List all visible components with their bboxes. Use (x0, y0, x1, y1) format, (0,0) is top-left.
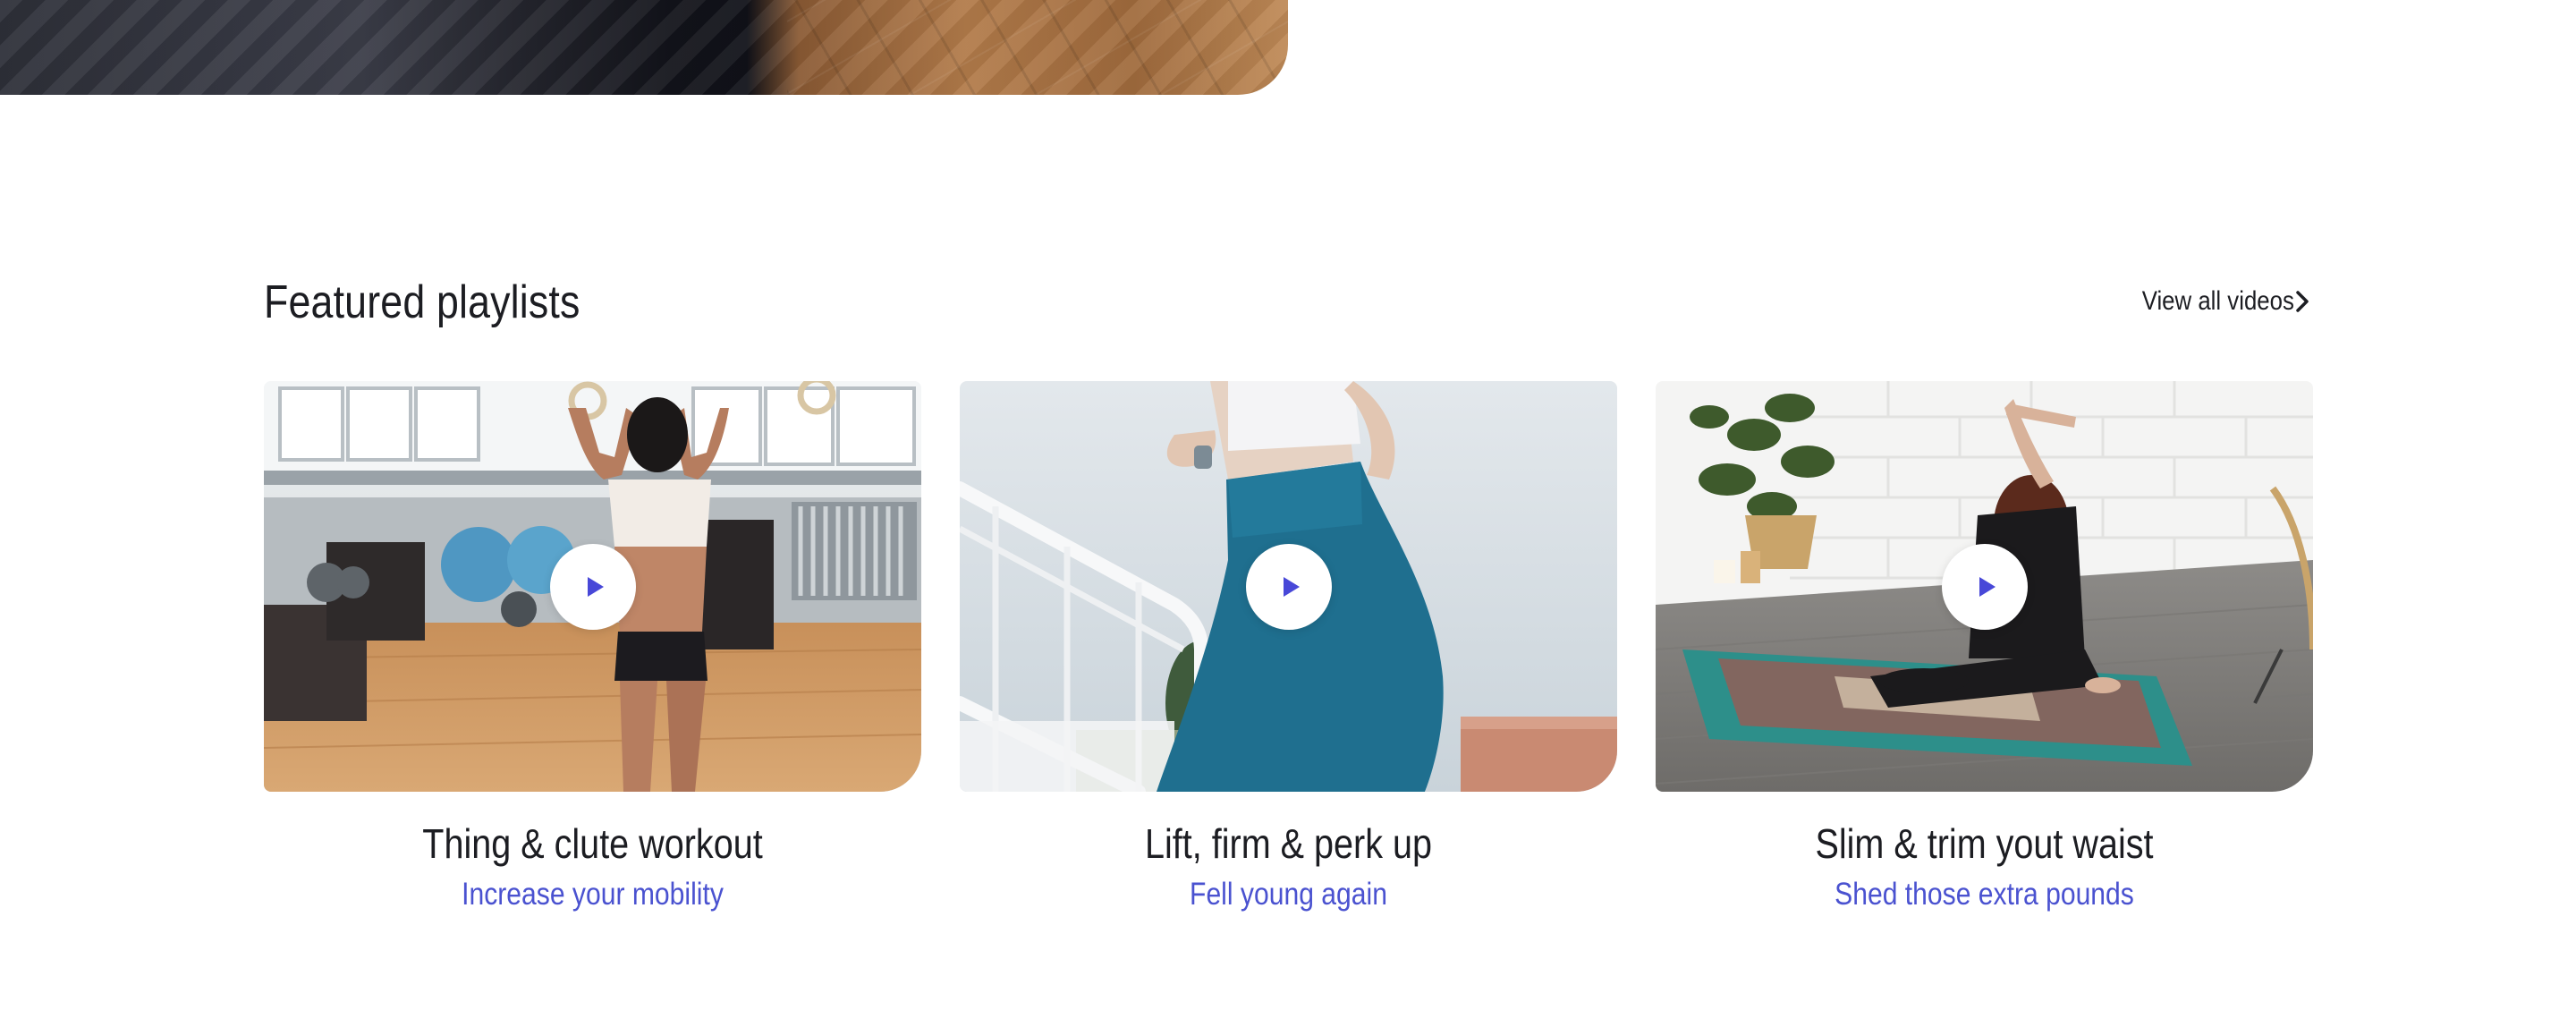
featured-playlists-section: Featured playlists View all videos Thing… (264, 268, 2313, 912)
playlist-card[interactable]: Thing & clute workout Increase your mobi… (264, 381, 921, 917)
hero-image (0, 0, 1288, 95)
playlist-thumbnail[interactable] (264, 381, 921, 792)
chevron-right-icon (2296, 291, 2309, 312)
play-icon (587, 576, 604, 597)
playlist-subtitle: Shed those extra pounds (1835, 877, 2134, 912)
section-header: Featured playlists View all videos (264, 268, 2312, 340)
view-all-videos-label: View all videos (2141, 286, 2294, 316)
play-icon (1283, 576, 1300, 597)
view-all-videos-link[interactable]: View all videos (2117, 286, 2312, 317)
play-icon (1979, 576, 1996, 597)
playlist-card[interactable]: Slim & trim yout waist Shed those extra … (1656, 381, 2313, 917)
playlist-subtitle: Fell young again (1190, 877, 1387, 912)
playlist-title[interactable]: Slim & trim yout waist (1701, 817, 2267, 870)
playlist-cards: Thing & clute workout Increase your mobi… (264, 381, 2313, 917)
section-title: Featured playlists (264, 276, 580, 328)
playlist-subtitle: Increase your mobility (462, 877, 724, 912)
play-button[interactable] (549, 543, 636, 630)
playlist-card[interactable]: Lift, firm & perk up Fell young again (960, 381, 1617, 917)
play-button[interactable] (1941, 543, 2028, 630)
play-button[interactable] (1245, 543, 1332, 630)
playlist-title[interactable]: Thing & clute workout (309, 817, 875, 870)
page: Featured playlists View all videos Thing… (0, 0, 2576, 1027)
playlist-thumbnail[interactable] (960, 381, 1617, 792)
playlist-thumbnail[interactable] (1656, 381, 2313, 792)
playlist-title[interactable]: Lift, firm & perk up (1005, 817, 1571, 870)
